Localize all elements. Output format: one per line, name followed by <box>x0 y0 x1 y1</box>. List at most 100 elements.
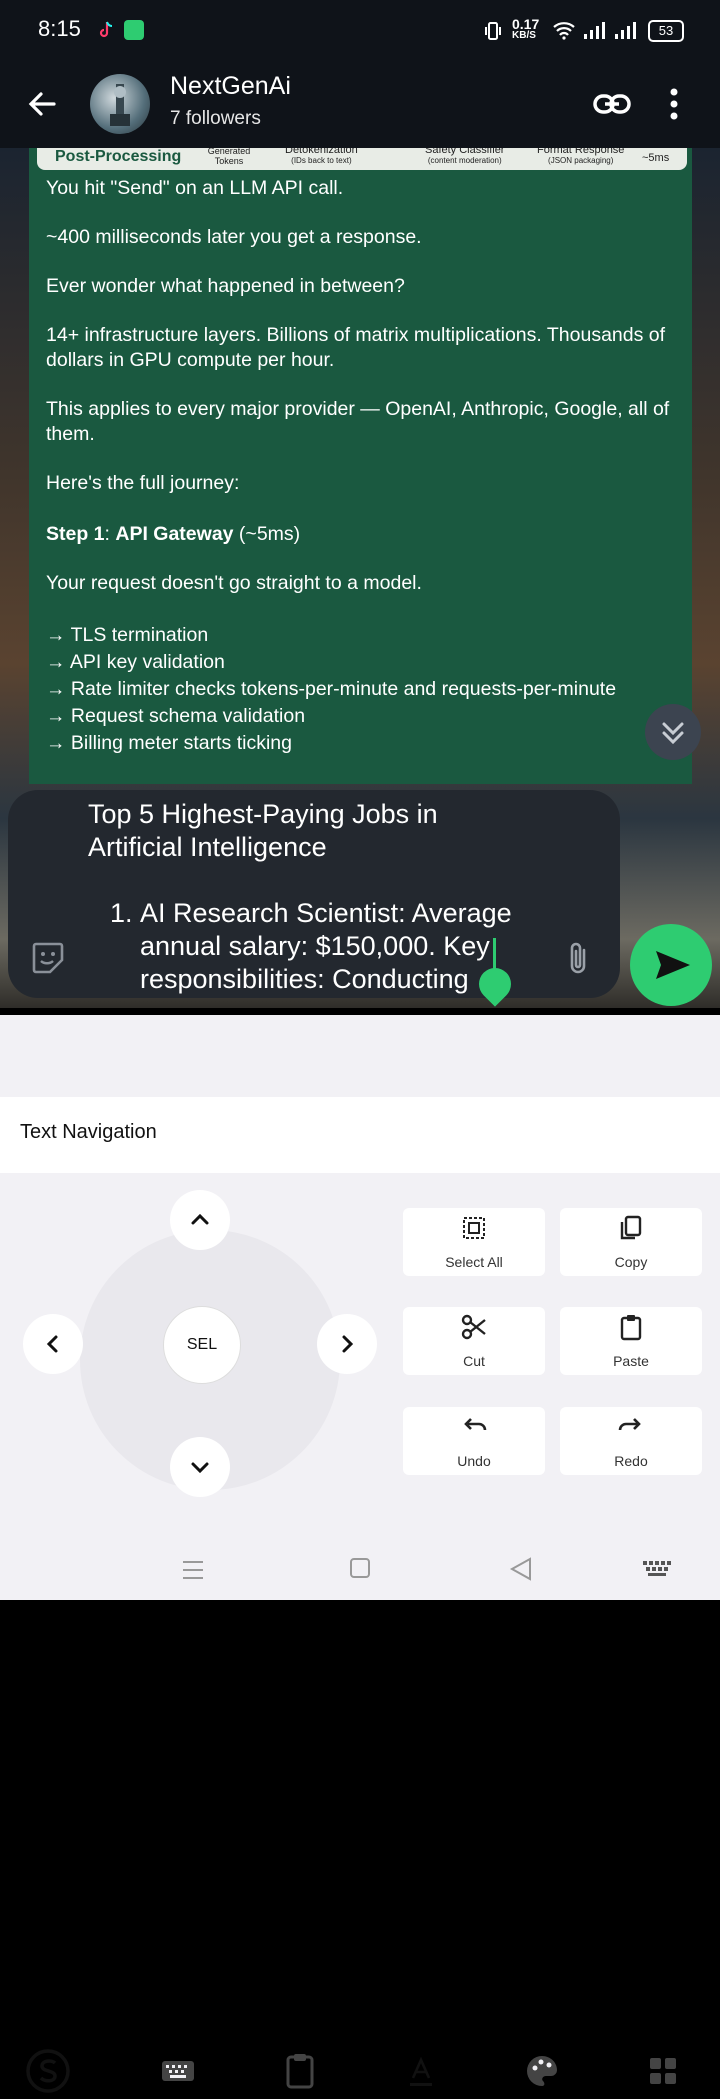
undo-icon <box>464 1418 487 1431</box>
select-toggle-button[interactable]: SEL <box>163 1306 241 1384</box>
select-all-button[interactable]: Select All <box>403 1208 545 1276</box>
image-step-detokenization-title: Detokenization <box>285 148 358 156</box>
wifi-icon <box>552 20 576 45</box>
image-step-detokenization: Detokenization (IDs back to text) <box>285 148 358 165</box>
bullet-item: → Rate limiter checks tokens-per-minute … <box>46 678 617 700</box>
battery-icon: 53 <box>648 20 684 42</box>
attach-icon[interactable] <box>564 940 594 978</box>
panel-title: Text Navigation <box>20 1121 157 1143</box>
net-speed: 0.17 KB/S <box>512 16 540 42</box>
signal-icon-2 <box>614 20 640 45</box>
image-stage-label: Post-Processing <box>55 148 182 165</box>
message-image[interactable]: Post-Processing Generated Tokens Detoken… <box>37 148 687 170</box>
copy-button[interactable]: Copy <box>560 1208 702 1276</box>
bullet-item: → Billing meter starts ticking <box>46 732 292 754</box>
bullet-item: → TLS termination <box>46 624 209 646</box>
message-paragraph: Ever wonder what happened in between? <box>46 275 405 297</box>
link-icon[interactable] <box>592 86 632 122</box>
image-step-tokens: Generated Tokens <box>207 148 251 166</box>
message-paragraph: ~400 milliseconds later you get a respon… <box>46 226 422 248</box>
chevron-up-icon <box>191 1213 209 1225</box>
cursor-right-button[interactable] <box>317 1314 377 1374</box>
scissors-icon <box>461 1314 486 1340</box>
cut-button[interactable]: Cut <box>403 1307 545 1375</box>
paste-label: Paste <box>613 1353 649 1369</box>
swiftkey-logo-icon[interactable] <box>25 2048 71 2094</box>
select-all-icon <box>463 1217 485 1239</box>
draft-list-number: 1. <box>110 898 133 928</box>
draft-line: annual salary: $150,000. Key <box>140 931 490 961</box>
cursor-up-button[interactable] <box>170 1190 230 1250</box>
message-paragraph: 14+ infrastructure layers. Billions of m… <box>46 324 666 371</box>
send-icon <box>656 951 690 979</box>
image-step-safety: Safety Classifier (content moderation) <box>425 148 504 165</box>
chevron-left-icon <box>46 1335 58 1353</box>
message-paragraph: Here's the full journey: <box>46 472 240 494</box>
message-paragraph: You hit "Send" on an LLM API call. <box>46 177 344 199</box>
draft-line: Artificial Intelligence <box>88 832 327 862</box>
step-heading: Step 1: API Gateway (~5ms) <box>46 523 301 545</box>
image-step-safety-title: Safety Classifier <box>425 148 505 156</box>
redo-label: Redo <box>614 1453 648 1469</box>
bullet-item: → Request schema validation <box>46 705 306 727</box>
copy-icon <box>620 1215 642 1240</box>
tiktok-icon <box>96 20 116 40</box>
image-step-safety-note: (content moderation) <box>427 156 502 165</box>
select-all-label: Select All <box>445 1254 503 1270</box>
channel-title[interactable]: NextGenAi <box>170 72 291 101</box>
net-speed-value: 0.17 <box>512 16 540 32</box>
back-arrow-icon[interactable] <box>24 86 60 122</box>
back-triangle-icon[interactable] <box>508 1556 534 1587</box>
undo-button[interactable]: Undo <box>403 1407 545 1475</box>
scroll-to-bottom-button[interactable] <box>645 704 701 760</box>
clock: 8:15 <box>38 16 81 41</box>
text-format-icon[interactable] <box>398 2048 444 2094</box>
draft-line: AI Research Scientist: Average <box>140 898 512 928</box>
message-paragraph: This applies to every major provider — O… <box>46 398 670 445</box>
image-step-detokenization-note: (IDs back to text) <box>291 156 352 165</box>
image-step-format: Format Response (JSON packaging) <box>537 148 624 165</box>
message-text: You hit "Send" on an LLM API call. ~400 … <box>46 176 686 757</box>
apps-grid-icon[interactable] <box>640 2048 686 2094</box>
bullet-item: → API key validation <box>46 651 225 673</box>
avatar[interactable] <box>90 74 150 134</box>
redo-icon <box>618 1418 641 1431</box>
cursor-down-button[interactable] <box>170 1437 230 1497</box>
vibrate-icon <box>485 20 501 42</box>
step-time: (~5ms) <box>233 523 301 545</box>
clipboard-icon[interactable] <box>277 2048 323 2094</box>
keyboard-toolbar <box>0 1015 720 2093</box>
more-options-icon[interactable] <box>666 84 682 124</box>
status-bar: 8:15 0.17 KB/S 53 <box>0 0 720 60</box>
battery-level: 53 <box>658 23 674 38</box>
sticker-icon[interactable] <box>30 940 66 976</box>
image-step-format-title: Format Response <box>537 148 625 156</box>
chat-app-icon <box>124 20 144 40</box>
system-nav-bar <box>0 1540 720 1600</box>
chevron-right-icon <box>342 1335 354 1353</box>
undo-label: Undo <box>457 1453 491 1469</box>
paste-icon <box>620 1315 642 1341</box>
panel-header: Text Navigation <box>0 1097 720 1173</box>
send-button[interactable] <box>630 924 712 1006</box>
cut-label: Cut <box>463 1353 485 1369</box>
keyboard-switch-icon[interactable] <box>642 1560 672 1583</box>
copy-label: Copy <box>614 1254 648 1270</box>
recents-icon[interactable] <box>180 1558 206 1587</box>
signal-icon-1 <box>583 20 609 45</box>
message-paragraph: Your request doesn't go straight to a mo… <box>46 572 422 594</box>
followers-count: 7 followers <box>170 108 261 129</box>
home-icon[interactable] <box>348 1556 372 1585</box>
step-name: API Gateway <box>115 523 234 545</box>
step-number: Step 1 <box>46 523 105 545</box>
double-chevron-down-icon <box>662 722 684 745</box>
paste-button[interactable]: Paste <box>560 1307 702 1375</box>
net-speed-unit: KB/S <box>512 30 536 41</box>
keyboard-icon[interactable] <box>155 2048 201 2094</box>
redo-button[interactable]: Redo <box>560 1407 702 1475</box>
chat-header: NextGenAi 7 followers <box>0 60 720 148</box>
message-input-text[interactable]: Top 5 Highest-Paying Jobs in Artificial … <box>88 798 568 996</box>
message-input[interactable]: Top 5 Highest-Paying Jobs in Artificial … <box>8 790 620 998</box>
cursor-left-button[interactable] <box>23 1314 83 1374</box>
theme-palette-icon[interactable] <box>519 2048 565 2094</box>
